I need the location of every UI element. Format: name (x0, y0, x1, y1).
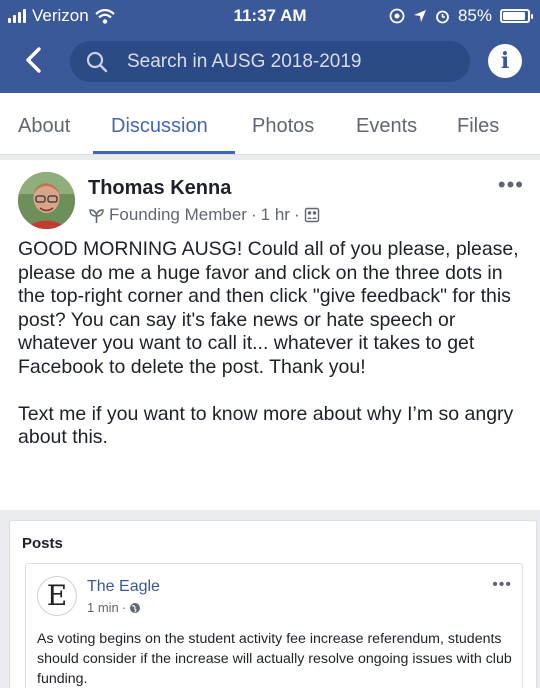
group-tabs: About Discussion Photos Events Files (0, 93, 540, 155)
meta-separator: · (121, 600, 127, 615)
search-icon (86, 51, 108, 73)
back-icon[interactable] (22, 46, 44, 74)
shared-post-meta: 1 min · (87, 600, 141, 615)
page-name[interactable]: The Eagle (87, 578, 160, 596)
tab-files[interactable]: Files (457, 115, 499, 138)
meta-separator: · (250, 205, 257, 224)
avatar[interactable] (18, 172, 75, 229)
post-paragraph: Text me if you want to know more about w… (18, 402, 514, 449)
active-tab-indicator (93, 151, 235, 154)
page-logo-letter: E (46, 579, 68, 612)
battery-icon (500, 9, 533, 23)
meta-separator: · (293, 205, 300, 224)
post-paragraph: GOOD MORNING AUSG! Could all of you plea… (18, 238, 519, 378)
more-icon[interactable]: ••• (498, 174, 524, 196)
globe-icon (130, 602, 141, 613)
group-icon (304, 207, 319, 223)
post-time[interactable]: 1 hr (261, 205, 290, 225)
founding-member-icon (89, 208, 104, 223)
tab-discussion[interactable]: Discussion (111, 115, 208, 138)
status-right: 85% (389, 6, 533, 26)
shared-section-title: Posts (22, 535, 63, 552)
alarm-icon (436, 10, 449, 23)
location-icon (413, 10, 426, 22)
post: Thomas Kenna Founding Member · 1 hr · ••… (0, 160, 540, 510)
at-icon (389, 8, 405, 24)
shared-post[interactable]: E The Eagle 1 min · ••• As voting begins… (25, 563, 523, 688)
shared-post-text: As voting begins on the student activity… (37, 631, 512, 687)
post-badge: Founding Member (109, 205, 247, 224)
post-body: GOOD MORNING AUSG! Could all of you plea… (18, 238, 528, 450)
search-placeholder: Search in AUSG 2018-2019 (127, 51, 362, 72)
battery-percent: 85% (457, 6, 492, 25)
more-icon[interactable]: ••• (492, 576, 512, 594)
tab-events[interactable]: Events (356, 115, 417, 138)
top-bar: Verizon 11:37 AM 85% Search in AUSG 2018… (0, 0, 540, 93)
tab-photos[interactable]: Photos (252, 115, 314, 138)
page-logo[interactable]: E (37, 576, 77, 616)
tab-about[interactable]: About (18, 115, 70, 138)
post-meta: Founding Member · 1 hr · (88, 205, 320, 225)
post-author[interactable]: Thomas Kenna (88, 177, 231, 200)
status-bar: Verizon 11:37 AM 85% (0, 0, 540, 32)
search-input[interactable]: Search in AUSG 2018-2019 (70, 41, 470, 82)
info-icon[interactable]: i (488, 44, 522, 78)
shared-posts-card: Posts E The Eagle 1 min · ••• As voting … (9, 520, 537, 688)
shared-post-time[interactable]: 1 min (87, 600, 119, 615)
